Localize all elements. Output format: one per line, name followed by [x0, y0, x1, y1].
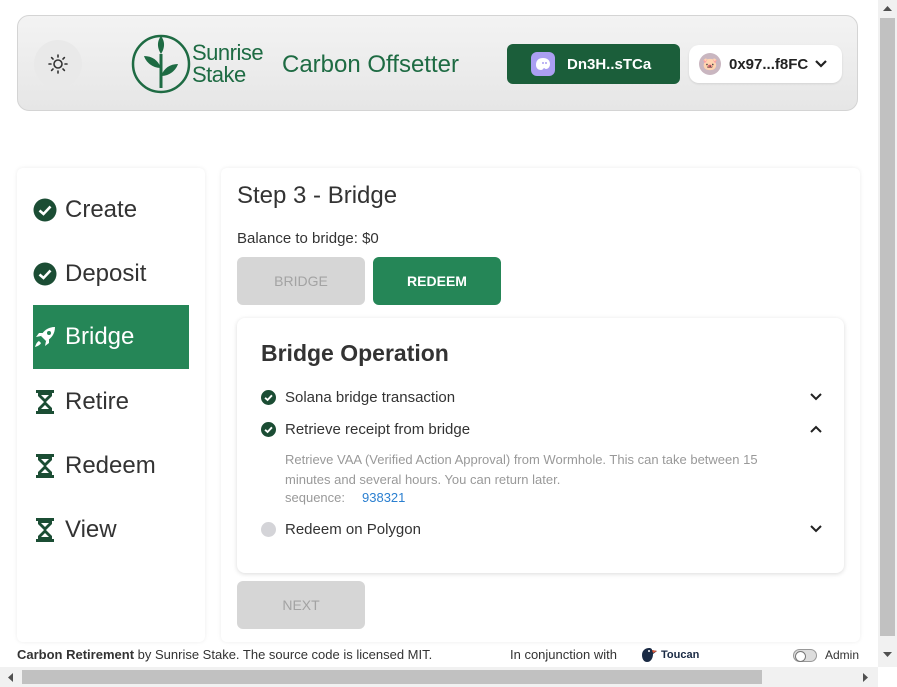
bridge-button[interactable]: Bridge — [237, 257, 365, 305]
sidebar-item-label: Retire — [65, 388, 130, 415]
operation-step-label: Redeem on Polygon — [285, 520, 421, 538]
chevron-down-icon[interactable] — [808, 389, 824, 405]
operation-step-receipt[interactable]: Retrieve receipt from bridge — [261, 417, 824, 441]
solana-wallet-button[interactable]: Dn3H..sTCa — [507, 44, 680, 84]
toucan-label: Toucan — [661, 649, 700, 661]
app-title: Carbon Offsetter — [282, 51, 459, 78]
balance-text: Balance to bridge: $0 — [237, 230, 379, 247]
operation-step-label: Retrieve receipt from bridge — [285, 420, 471, 438]
toggle-knob — [795, 651, 806, 662]
sidebar-item-redeem[interactable]: Redeem — [33, 434, 189, 498]
footer-license-text: by Sunrise Stake. The source code is lic… — [134, 647, 433, 662]
admin-label: Admin — [825, 648, 860, 662]
sidebar-item-label: View — [65, 516, 117, 543]
sidebar-item-view[interactable]: View — [33, 498, 189, 562]
sunrise-logo-icon — [131, 34, 191, 94]
receipt-detail-text: Retrieve VAA (Verified Action Approval) … — [285, 452, 758, 487]
redeem-button[interactable]: Redeem — [373, 257, 501, 305]
sidebar-item-label: Redeem — [65, 452, 156, 479]
logo-wordmark: Sunrise Stake — [192, 40, 264, 87]
toucan-logo-icon — [642, 648, 657, 662]
sidebar-item-label: Deposit — [65, 260, 147, 287]
sidebar-item-create[interactable]: Create — [33, 178, 189, 242]
sequence-label: sequence: — [285, 490, 345, 505]
solana-wallet-address: Dn3H..sTCa — [567, 55, 652, 73]
admin-toggle[interactable] — [793, 649, 817, 662]
evm-wallet-button[interactable]: 🐷 0x97...f8FC — [689, 45, 842, 83]
logo-line2: Stake — [192, 62, 246, 87]
sidebar-item-deposit[interactable]: Deposit — [33, 242, 189, 306]
hourglass-icon — [33, 454, 57, 478]
pending-circle-icon — [261, 521, 276, 537]
chevron-up-icon[interactable] — [808, 421, 824, 437]
sidebar-item-label: Bridge — [65, 323, 135, 350]
check-circle-icon — [261, 389, 276, 405]
operation-step-label: Solana bridge transaction — [285, 388, 456, 406]
vertical-scroll-thumb[interactable] — [880, 18, 895, 636]
scroll-up-arrow-icon[interactable] — [882, 4, 893, 12]
next-button[interactable]: Next — [237, 581, 365, 629]
operation-step-polygon[interactable]: Redeem on Polygon — [261, 517, 824, 541]
sidebar-item-bridge[interactable]: Bridge — [33, 305, 189, 369]
footer-conjunction-text: In conjunction with — [510, 647, 617, 662]
operation-step-solana[interactable]: Solana bridge transaction — [261, 385, 824, 409]
phantom-icon — [531, 52, 555, 76]
hourglass-icon — [33, 518, 57, 542]
check-circle-icon — [33, 262, 57, 286]
sequence-value: 938321 — [362, 490, 406, 505]
chevron-down-icon — [815, 60, 827, 68]
scroll-down-arrow-icon[interactable] — [882, 651, 893, 659]
logo-line1: Sunrise — [192, 40, 264, 65]
hourglass-icon — [33, 390, 57, 414]
step-sidebar: Create Deposit Bridge Retire Redeem View — [17, 168, 205, 642]
toucan-link[interactable]: Toucan — [640, 647, 699, 663]
chevron-down-icon[interactable] — [808, 521, 824, 537]
theme-toggle-button[interactable] — [34, 40, 82, 88]
check-circle-icon — [261, 421, 276, 437]
operation-title: Bridge Operation — [261, 340, 449, 366]
evm-wallet-address: 0x97...f8FC — [729, 55, 809, 73]
scroll-right-arrow-icon[interactable] — [862, 672, 870, 683]
sidebar-item-retire[interactable]: Retire — [33, 370, 189, 434]
check-circle-icon — [33, 198, 57, 222]
footer-credit: Carbon Retirement by Sunrise Stake. The … — [17, 647, 432, 662]
footer-project-name: Carbon Retirement — [17, 647, 135, 662]
horizontal-scroll-thumb[interactable] — [22, 670, 762, 684]
sun-icon — [48, 54, 68, 74]
rocket-icon — [33, 325, 57, 349]
sidebar-item-label: Create — [65, 196, 138, 223]
scroll-left-arrow-icon[interactable] — [6, 672, 14, 683]
wallet-avatar: 🐷 — [699, 53, 721, 75]
page-title: Step 3 - Bridge — [237, 182, 398, 209]
